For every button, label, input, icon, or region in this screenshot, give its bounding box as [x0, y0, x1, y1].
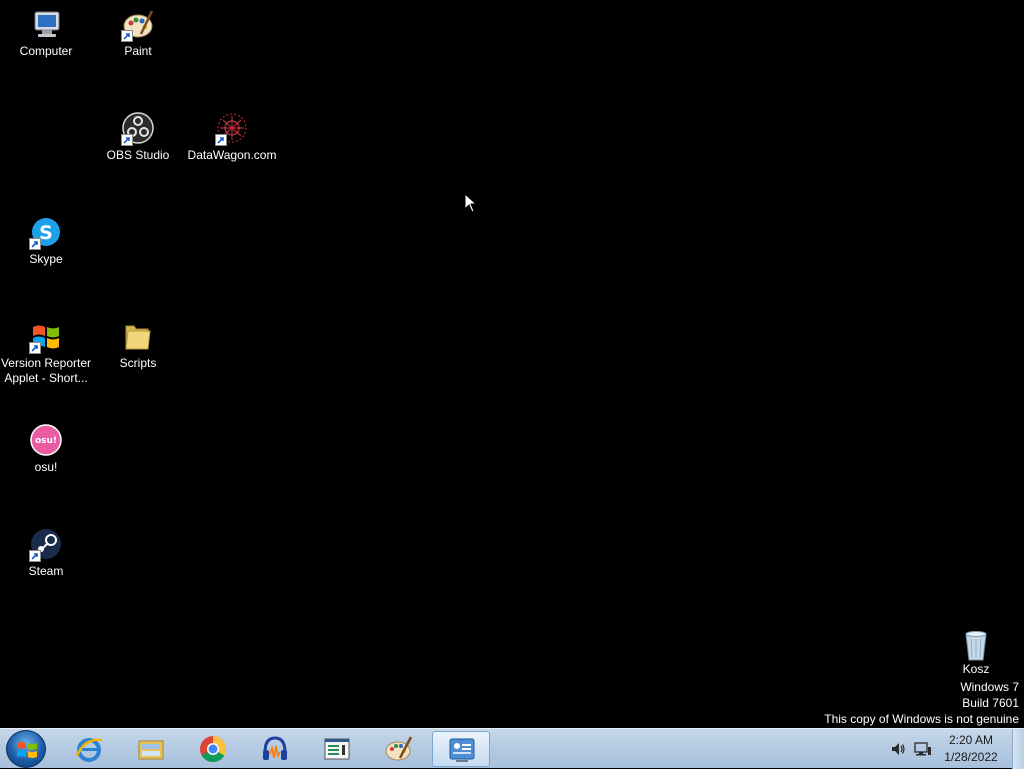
desktop-icon-version-reporter[interactable]: Version Reporter Applet - Short...	[0, 320, 92, 386]
speaker-icon[interactable]	[890, 741, 906, 757]
watermark-build: Build 7601	[962, 696, 1019, 710]
shortcut-arrow-icon	[215, 134, 227, 146]
desktop-icon-computer[interactable]: Computer	[0, 8, 92, 59]
taskbar-audacity[interactable]	[246, 731, 304, 767]
taskbar-app-window[interactable]	[308, 731, 366, 767]
file-explorer-icon	[136, 734, 166, 764]
desktop-icon-label: osu!	[34, 460, 58, 474]
skype-icon: S	[29, 216, 63, 250]
start-button[interactable]	[6, 730, 46, 768]
desktop-icon-skype[interactable]: S Skype	[0, 216, 92, 267]
control-panel-icon	[447, 735, 477, 765]
windows-watermark: Windows 7 Build 7601 This copy of Window…	[824, 679, 1019, 727]
desktop-icon-osu[interactable]: osu! osu!	[0, 424, 92, 475]
svg-text:S: S	[39, 222, 53, 244]
desktop-icon-label: Skype	[29, 252, 63, 266]
desktop-icon-label: DataWagon.com	[187, 148, 277, 162]
chrome-icon	[198, 734, 228, 764]
shortcut-arrow-icon	[121, 30, 133, 42]
computer-icon	[29, 8, 63, 42]
desktop-icon-recycle-bin[interactable]: Kosz	[950, 630, 1002, 676]
app-window-icon	[322, 734, 352, 764]
internet-explorer-icon	[74, 734, 104, 764]
desktop-icon-steam[interactable]: Steam	[0, 528, 92, 579]
clock-date[interactable]: 1/28/2022	[940, 750, 1002, 764]
desktop-icon-obs-studio[interactable]: OBS Studio	[92, 112, 184, 163]
shortcut-arrow-icon	[29, 238, 41, 250]
paint-icon	[121, 8, 155, 42]
desktop[interactable]: Computer Paint OBS Studio DataWagon.com …	[0, 0, 1024, 728]
desktop-icon-label: OBS Studio	[106, 148, 170, 162]
steam-icon	[29, 528, 63, 562]
desktop-icon-scripts[interactable]: Scripts	[92, 320, 184, 371]
taskbar-control-panel[interactable]	[432, 731, 490, 767]
desktop-icon-label: Paint	[124, 44, 152, 58]
audacity-icon	[260, 734, 290, 764]
osu-logo-text: osu!	[35, 436, 57, 446]
taskbar-internet-explorer[interactable]	[60, 731, 118, 767]
folder-icon	[121, 320, 155, 354]
watermark-os-name: Windows 7	[960, 680, 1019, 694]
taskbar-file-explorer[interactable]	[122, 731, 180, 767]
network-icon[interactable]	[914, 741, 932, 757]
desktop-icon-datawagon[interactable]: DataWagon.com	[186, 112, 278, 163]
shortcut-arrow-icon	[121, 134, 133, 146]
datawagon-icon	[215, 112, 249, 146]
system-tray: 2:20 AM 1/28/2022	[884, 729, 1024, 769]
taskbar-chrome[interactable]	[184, 731, 242, 767]
show-desktop-button[interactable]	[1012, 729, 1024, 769]
shortcut-arrow-icon	[29, 550, 41, 562]
taskbar-paint[interactable]	[370, 731, 428, 767]
desktop-icon-label: Version Reporter Applet - Short...	[0, 356, 92, 385]
paint-icon	[384, 734, 414, 764]
osu-icon: osu!	[29, 424, 63, 458]
taskbar: 2:20 AM 1/28/2022	[0, 728, 1024, 769]
desktop-icon-paint[interactable]: Paint	[92, 8, 184, 59]
windows-flag-icon	[29, 320, 63, 354]
shortcut-arrow-icon	[29, 342, 41, 354]
recycle-bin-icon	[961, 630, 991, 662]
obs-icon	[121, 112, 155, 146]
mouse-pointer-icon	[464, 192, 478, 216]
desktop-icon-label: Computer	[19, 44, 73, 58]
desktop-icon-label: Scripts	[119, 356, 157, 370]
recycle-bin-label: Kosz	[962, 662, 990, 676]
clock-time[interactable]: 2:20 AM	[940, 733, 1002, 747]
desktop-icon-label: Steam	[28, 564, 64, 578]
watermark-not-genuine: This copy of Windows is not genuine	[824, 712, 1019, 726]
windows-logo-icon	[17, 742, 37, 758]
